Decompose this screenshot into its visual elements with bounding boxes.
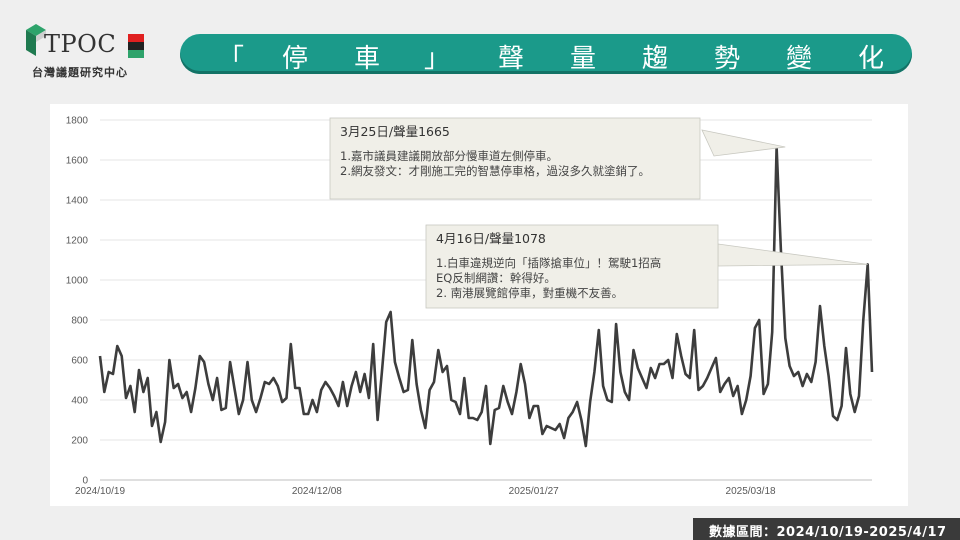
y-tick-label: 1000 — [66, 276, 89, 287]
callout-line: EQ反制網讚：幹得好。 — [436, 271, 556, 285]
callout-line: 2. 南港展覽館停車，對重機不友善。 — [436, 286, 623, 300]
callout-title: 3月25日/聲量1665 — [340, 124, 450, 139]
title-char: 聲 — [498, 44, 525, 74]
x-tick-label: 2025/01/27 — [509, 486, 559, 497]
callout-line: 1.嘉市議員建議開放部分慢車道左側停車。 — [340, 149, 558, 163]
logo-wordmark: TPOC — [44, 30, 117, 58]
tpoc-logo: TPOC 台灣議題研究中心 — [24, 18, 164, 82]
y-axis-ticks: 0 200 400 600 800 1000 1200 1400 1600 1800 — [66, 116, 89, 487]
title-char: 量 — [570, 44, 597, 74]
date-range-footer: 數據區間：2024/10/19-2025/4/17 — [693, 518, 960, 540]
chart-card: 0 200 400 600 800 1000 1200 1400 1600 1800 2024/1… — [50, 104, 908, 506]
y-tick-label: 600 — [71, 356, 88, 367]
callout-pointer — [701, 129, 786, 157]
title-char: 化 — [858, 44, 885, 74]
y-tick-label: 800 — [71, 316, 88, 327]
y-tick-label: 400 — [71, 396, 88, 407]
title-char: 車 — [354, 44, 381, 74]
flag-icon — [128, 34, 144, 58]
callout-pointer — [717, 243, 868, 267]
x-axis-ticks: 2024/10/19 2024/12/08 2025/01/27 2025/03/18 — [75, 486, 776, 497]
line-chart: 0 200 400 600 800 1000 1200 1400 1600 1800 2024/1… — [66, 116, 874, 497]
y-tick-label: 1400 — [66, 196, 89, 207]
y-tick-label: 1200 — [66, 236, 89, 247]
logo-subtitle: 台灣議題研究中心 — [32, 66, 128, 79]
title-char: 變 — [786, 44, 813, 74]
title-char: 停 — [282, 44, 309, 74]
callout-line: 1.白車違規逆向「插隊搶車位」！駕駛1招高 — [436, 256, 661, 270]
title-char: 趨 — [642, 44, 669, 74]
x-tick-label: 2024/12/08 — [292, 486, 342, 497]
title-char: 」 — [424, 44, 451, 74]
title-char: 勢 — [714, 44, 741, 74]
title-banner: 「 停 車 」 聲 量 趨 勢 變 化 — [180, 34, 912, 74]
y-tick-label: 200 — [71, 436, 88, 447]
date-range-label: 數據區間：2024/10/19-2025/4/17 — [709, 525, 947, 540]
y-tick-label: 0 — [82, 476, 88, 487]
y-tick-label: 1600 — [66, 156, 89, 167]
title-char: 「 — [218, 44, 245, 74]
x-tick-label: 2024/10/19 — [75, 486, 125, 497]
callout-title: 4月16日/聲量1078 — [436, 231, 546, 246]
x-tick-label: 2025/03/18 — [726, 486, 776, 497]
callout-line: 2.網友發文：才剛施工完的智慧停車格，過沒多久就塗銷了。 — [340, 164, 650, 178]
y-tick-label: 1800 — [66, 116, 89, 127]
